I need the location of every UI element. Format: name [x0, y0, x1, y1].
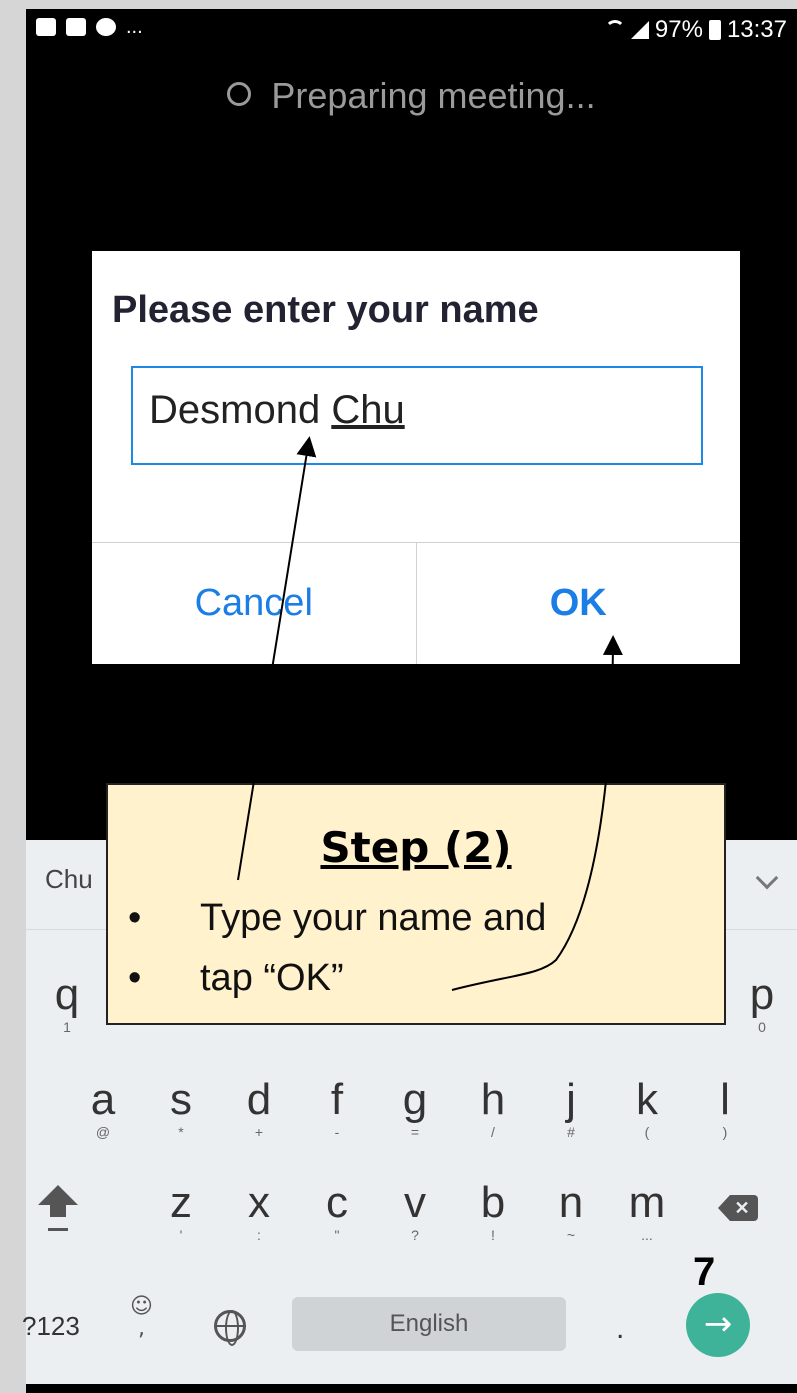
- symbols-key[interactable]: ?123: [22, 1311, 80, 1342]
- key-j[interactable]: j #: [536, 1075, 606, 1139]
- key-f[interactable]: f-: [302, 1075, 372, 1139]
- key-p[interactable]: p0: [732, 970, 792, 1034]
- gallery-icon: [36, 18, 56, 36]
- shift-icon-line: [48, 1228, 68, 1231]
- dialog-title: Please enter your name: [112, 289, 539, 331]
- emoji-key[interactable]: ☺,: [130, 1296, 153, 1340]
- key-d[interactable]: d +: [224, 1075, 294, 1139]
- key-a[interactable]: a @: [68, 1075, 138, 1139]
- callout-bullet-1: • Type your name and: [128, 897, 546, 940]
- bullet-dot: •: [128, 957, 142, 999]
- callout-title: Step (2): [320, 823, 512, 872]
- page-number: 7: [693, 1250, 716, 1294]
- notification-icons: ...: [36, 16, 143, 38]
- key-k[interactable]: k(: [612, 1075, 682, 1139]
- globe-icon[interactable]: [214, 1310, 246, 1346]
- shift-icon-stem: [50, 1205, 66, 1217]
- key-m[interactable]: m...: [612, 1178, 682, 1242]
- key-h[interactable]: h /: [458, 1075, 528, 1139]
- wifi-icon: [604, 20, 625, 40]
- name-dialog: Please enter your name Desmond Chu Cance…: [92, 251, 740, 664]
- name-input[interactable]: Desmond Chu: [131, 366, 703, 465]
- callout-bullet-2: • tap “OK”: [128, 957, 344, 1000]
- bullet-dot: •: [128, 897, 142, 939]
- key-n[interactable]: n ~: [536, 1178, 606, 1242]
- bullet-1-text: Type your name and: [200, 897, 547, 939]
- more-notifications: ...: [126, 16, 143, 38]
- step-callout: Step (2) • Type your name and • tap “OK”: [106, 783, 726, 1025]
- preparing-status: Preparing meeting...: [26, 75, 797, 117]
- key-c[interactable]: c ": [302, 1178, 372, 1242]
- dialog-buttons: Cancel OK: [92, 542, 740, 664]
- status-bar: ... 97% 13:37: [26, 9, 797, 53]
- key-g[interactable]: g =: [380, 1075, 450, 1139]
- shift-icon[interactable]: [38, 1185, 78, 1205]
- preparing-text: Preparing meeting...: [271, 75, 596, 116]
- name-last-composing: Chu: [331, 388, 405, 432]
- key-b[interactable]: b!: [458, 1178, 528, 1242]
- name-first: Desmond: [149, 388, 332, 432]
- signal-icon: [630, 21, 649, 39]
- cancel-button[interactable]: Cancel: [92, 543, 416, 664]
- chevron-down-icon[interactable]: [755, 866, 779, 890]
- key-z[interactable]: z ': [146, 1178, 216, 1242]
- hangouts-icon: [96, 18, 116, 36]
- space-bar[interactable]: English: [292, 1297, 566, 1351]
- period-key[interactable]: .: [616, 1312, 624, 1346]
- key-x[interactable]: x:: [224, 1178, 294, 1242]
- loading-spinner-icon: [227, 82, 252, 106]
- emoji-key-sub: ,: [137, 1316, 145, 1341]
- key-s[interactable]: s *: [146, 1075, 216, 1139]
- clock: 13:37: [726, 16, 787, 43]
- system-status: 97% 13:37: [604, 16, 787, 44]
- key-l[interactable]: l): [690, 1075, 760, 1139]
- bullet-2-text: tap “OK”: [200, 957, 344, 999]
- ok-button[interactable]: OK: [415, 543, 741, 664]
- key-v[interactable]: v?: [380, 1178, 450, 1242]
- key-q[interactable]: q1: [32, 970, 102, 1034]
- battery-percent: 97%: [654, 16, 703, 43]
- enter-arrow-icon[interactable]: →: [686, 1293, 750, 1357]
- lazada-icon: [66, 18, 86, 36]
- battery-icon: [708, 20, 721, 40]
- suggestion-word[interactable]: Chu: [45, 864, 93, 895]
